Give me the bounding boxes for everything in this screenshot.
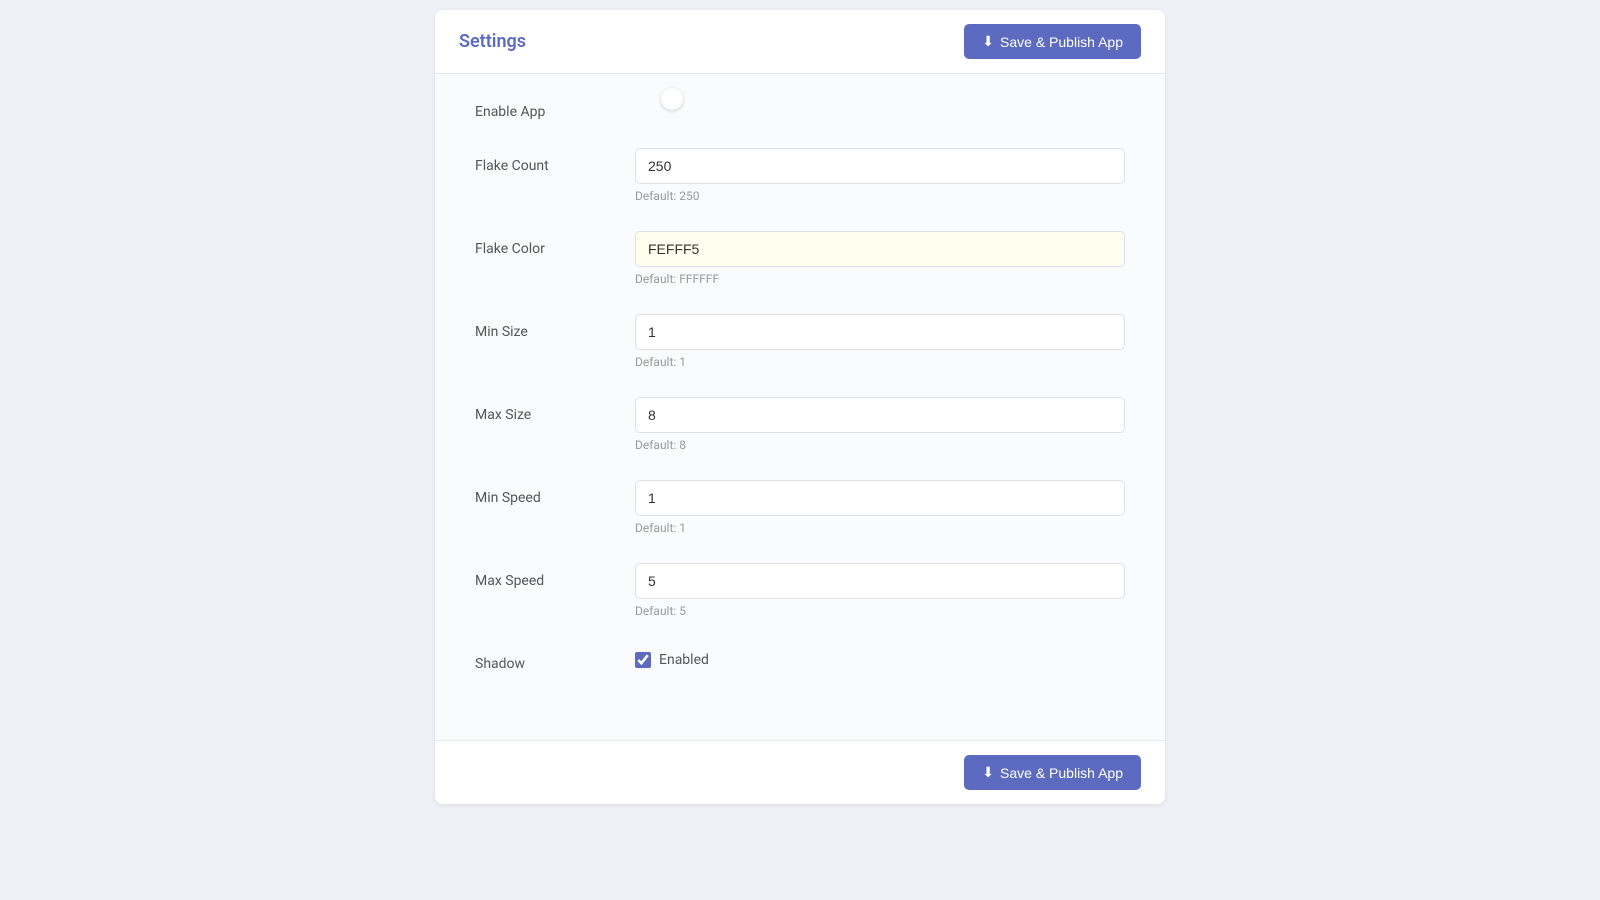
- page-wrapper: Settings ⬇ Save & Publish App Enable App: [0, 0, 1600, 900]
- flake-count-input[interactable]: [635, 148, 1125, 184]
- min-speed-label: Min Speed: [475, 480, 635, 506]
- settings-header: Settings ⬇ Save & Publish App: [435, 10, 1165, 74]
- min-size-input[interactable]: [635, 314, 1125, 350]
- main-container: Settings ⬇ Save & Publish App Enable App: [435, 10, 1165, 804]
- min-size-control: Default: 1: [635, 314, 1125, 369]
- max-size-default: Default: 8: [635, 438, 1125, 452]
- min-size-label: Min Size: [475, 314, 635, 340]
- flake-count-label: Flake Count: [475, 148, 635, 174]
- max-speed-row: Max Speed Default: 5: [475, 563, 1125, 618]
- shadow-checkbox[interactable]: [635, 652, 651, 668]
- shadow-row: Shadow Enabled: [475, 646, 1125, 672]
- save-publish-label-bottom: Save & Publish App: [1000, 765, 1123, 781]
- min-speed-row: Min Speed Default: 1: [475, 480, 1125, 535]
- settings-content: Enable App Flake Count Default: 250: [435, 74, 1165, 740]
- flake-color-default: Default: FFFFFF: [635, 272, 1125, 286]
- save-publish-button-bottom[interactable]: ⬇ Save & Publish App: [964, 755, 1141, 790]
- max-size-control: Default: 8: [635, 397, 1125, 452]
- shadow-checkbox-label: Enabled: [659, 652, 709, 668]
- flake-count-default: Default: 250: [635, 189, 1125, 203]
- shadow-checkbox-row: Enabled: [635, 652, 1125, 668]
- download-icon-top: ⬇: [982, 33, 994, 50]
- max-size-label: Max Size: [475, 397, 635, 423]
- page-title: Settings: [459, 31, 526, 52]
- flake-count-control: Default: 250: [635, 148, 1125, 203]
- min-speed-default: Default: 1: [635, 521, 1125, 535]
- flake-color-input[interactable]: [635, 231, 1125, 267]
- save-publish-button-top[interactable]: ⬇ Save & Publish App: [964, 24, 1141, 59]
- enable-app-label: Enable App: [475, 94, 635, 120]
- flake-color-label: Flake Color: [475, 231, 635, 257]
- min-size-row: Min Size Default: 1: [475, 314, 1125, 369]
- max-size-row: Max Size Default: 8: [475, 397, 1125, 452]
- max-speed-control: Default: 5: [635, 563, 1125, 618]
- max-speed-input[interactable]: [635, 563, 1125, 599]
- min-speed-input[interactable]: [635, 480, 1125, 516]
- max-size-input[interactable]: [635, 397, 1125, 433]
- enable-app-control: [635, 94, 1125, 113]
- max-speed-label: Max Speed: [475, 563, 635, 589]
- flake-count-row: Flake Count Default: 250: [475, 148, 1125, 203]
- download-icon-bottom: ⬇: [982, 764, 994, 781]
- save-publish-label-top: Save & Publish App: [1000, 34, 1123, 50]
- flake-color-control: Default: FFFFFF: [635, 231, 1125, 286]
- flake-color-row: Flake Color Default: FFFFFF: [475, 231, 1125, 286]
- shadow-label: Shadow: [475, 646, 635, 672]
- min-size-default: Default: 1: [635, 355, 1125, 369]
- shadow-control: Enabled: [635, 646, 1125, 668]
- settings-footer: ⬇ Save & Publish App: [435, 740, 1165, 804]
- max-speed-default: Default: 5: [635, 604, 1125, 618]
- min-speed-control: Default: 1: [635, 480, 1125, 535]
- enable-app-row: Enable App: [475, 94, 1125, 120]
